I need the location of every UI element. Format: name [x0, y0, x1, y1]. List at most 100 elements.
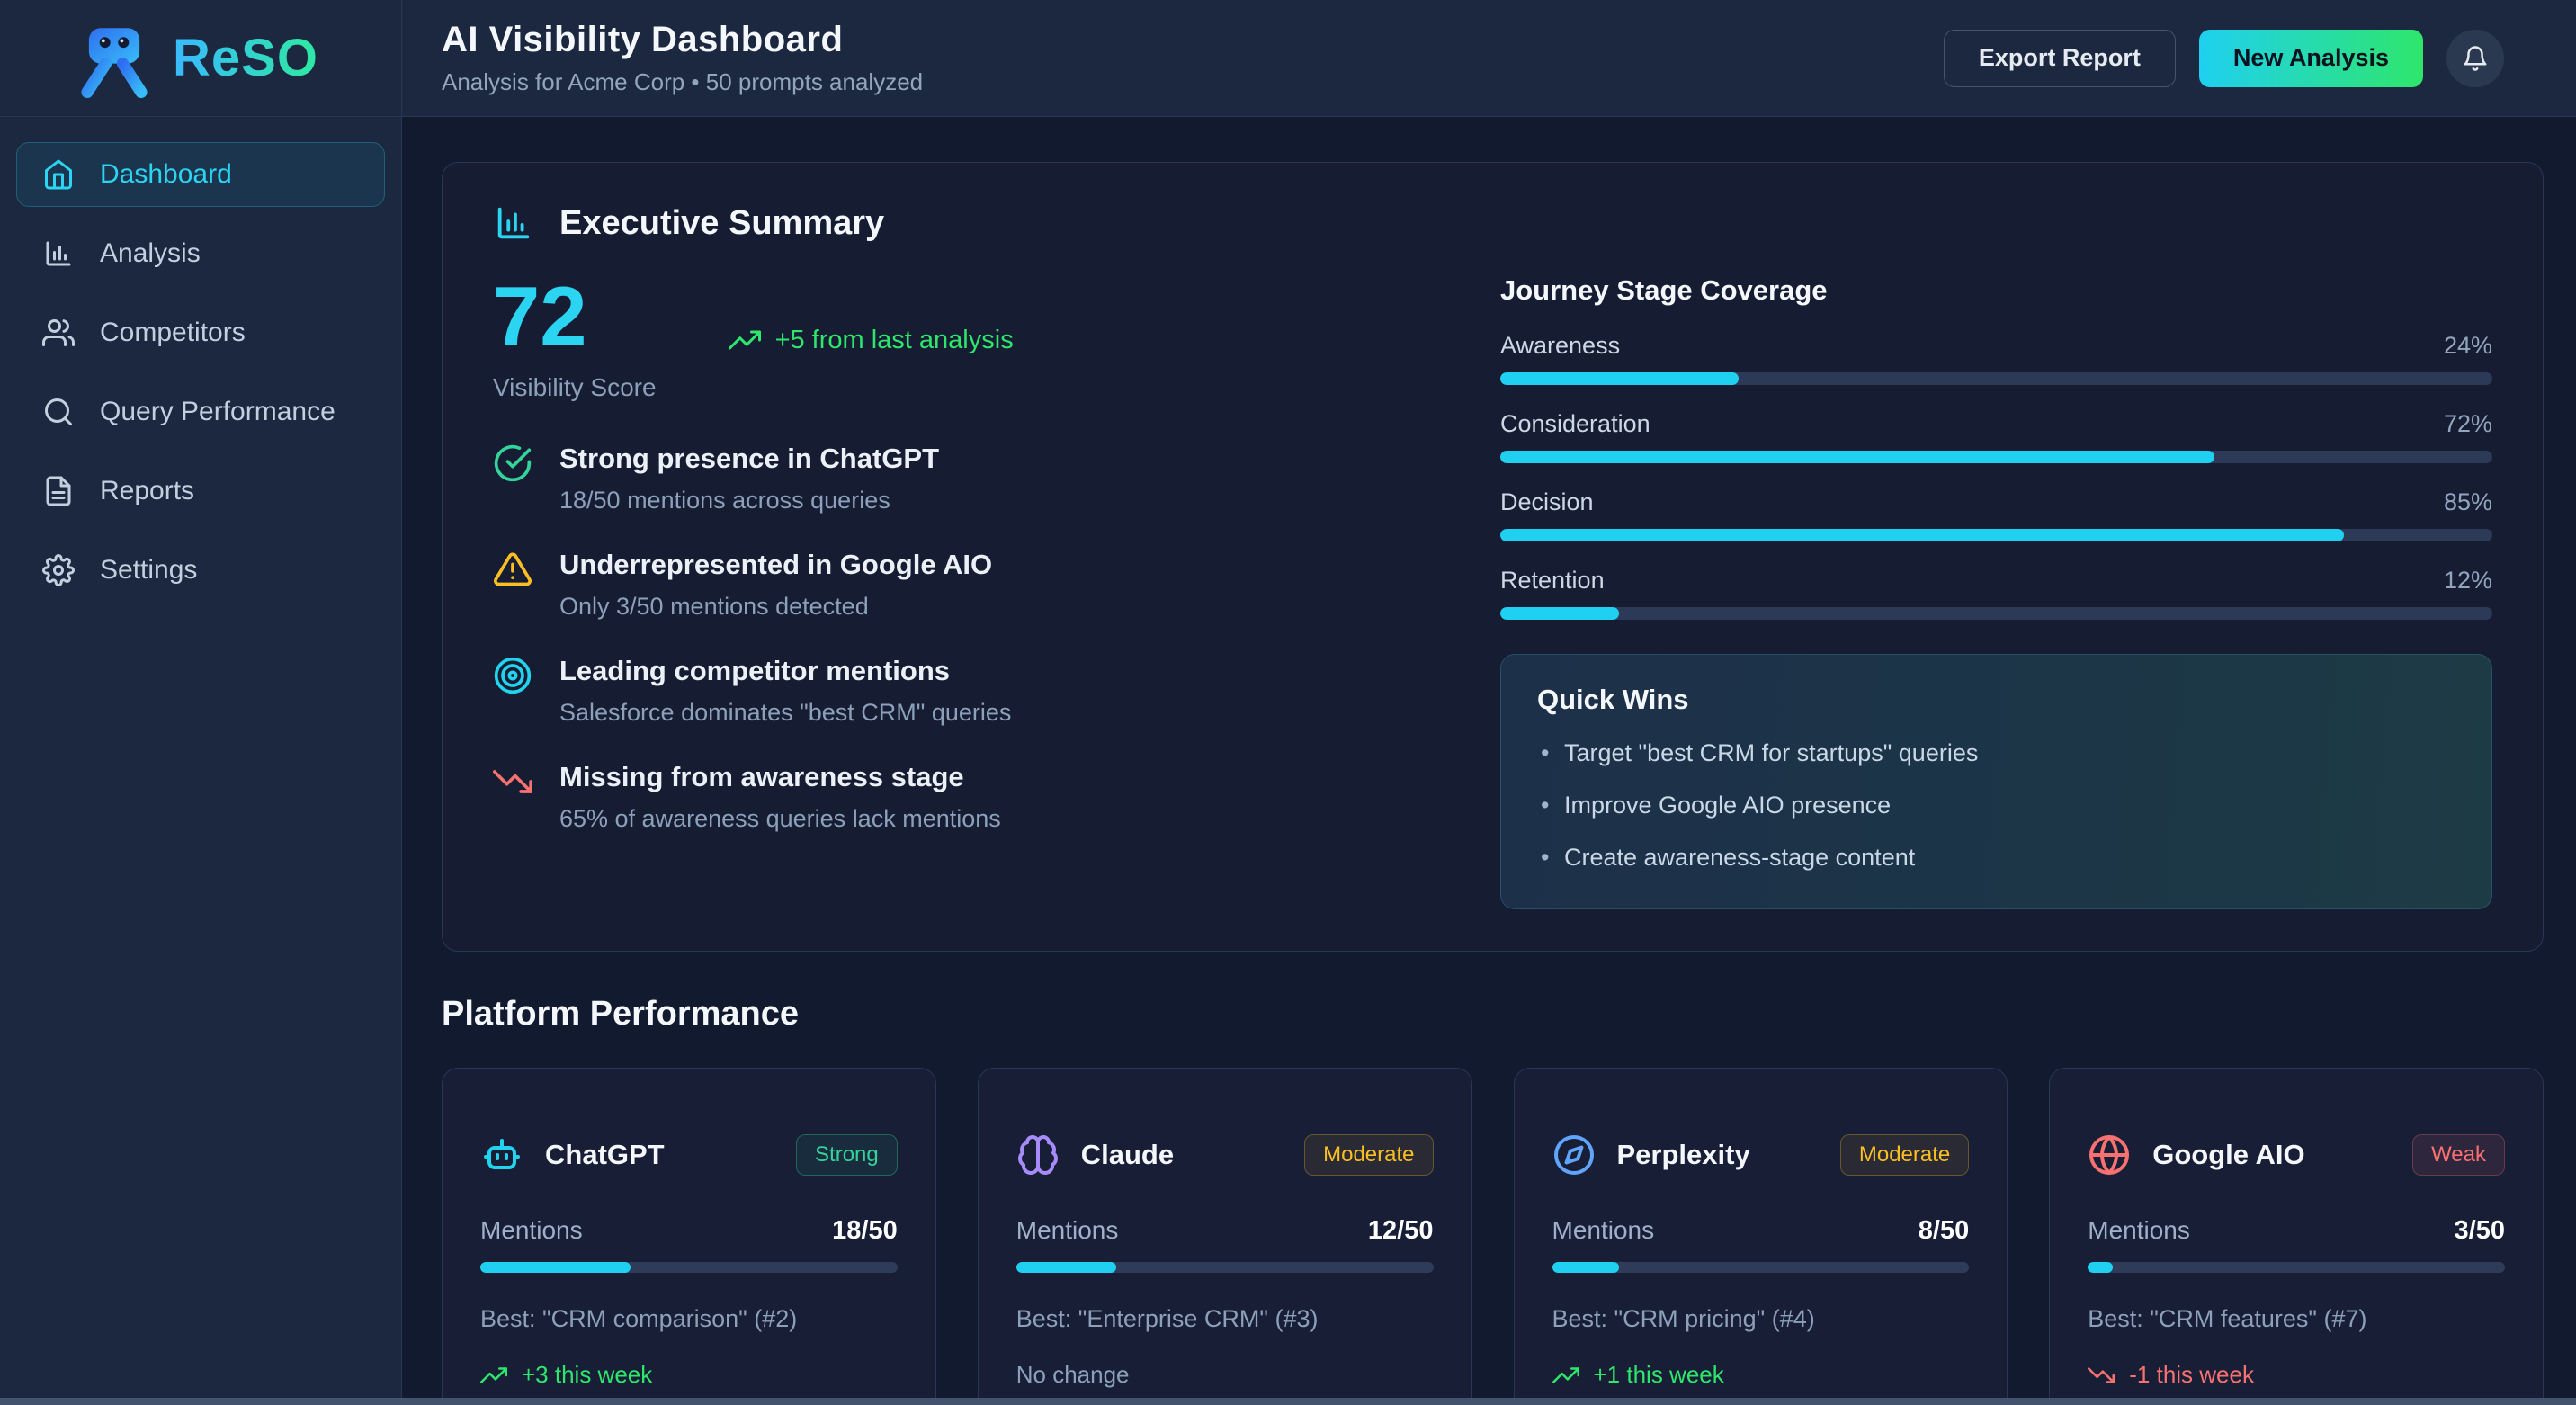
users-icon — [42, 317, 75, 349]
stage-label: Retention — [1500, 565, 1605, 595]
sidebar-item-query-performance[interactable]: Query Performance — [16, 380, 385, 444]
status-badge: Moderate — [1840, 1134, 1969, 1176]
sidebar-nav: Dashboard Analysis Competitors Query Per… — [0, 117, 401, 628]
warning-triangle-icon — [493, 550, 532, 594]
finding-detail: Only 3/50 mentions detected — [559, 591, 992, 622]
mentions-progress-track — [480, 1262, 898, 1273]
platform-card-claude: Claude Moderate Mentions 12/50 Best: "En… — [978, 1068, 1472, 1405]
journey-stage: Consideration 72% — [1500, 408, 2492, 463]
gear-icon — [42, 554, 75, 586]
visibility-score-value: 72 — [493, 274, 657, 359]
weekly-trend-label: +3 this week — [522, 1361, 652, 1389]
compass-icon — [1552, 1133, 1596, 1177]
weekly-trend: +1 this week — [1552, 1361, 1970, 1389]
check-circle-icon — [493, 443, 532, 488]
finding-detail: Salesforce dominates "best CRM" queries — [559, 697, 1011, 728]
journey-stage: Decision 85% — [1500, 487, 2492, 541]
quick-wins-panel: Quick Wins Target "best CRM for startups… — [1500, 654, 2492, 909]
mentions-value: 8/50 — [1919, 1216, 1969, 1246]
stage-percent: 72% — [2444, 408, 2492, 439]
mentions-label: Mentions — [2088, 1216, 2190, 1245]
platform-cards: ChatGPT Strong Mentions 18/50 Best: "CRM… — [442, 1068, 2544, 1405]
finding-detail: 18/50 mentions across queries — [559, 485, 939, 515]
mentions-progress-fill — [1552, 1262, 1619, 1273]
sidebar-item-reports[interactable]: Reports — [16, 459, 385, 524]
weekly-trend: No change — [1016, 1361, 1434, 1389]
target-icon — [493, 656, 532, 700]
mentions-progress-track — [1016, 1262, 1434, 1273]
finding-title: Underrepresented in Google AIO — [559, 548, 992, 582]
stage-label: Decision — [1500, 487, 1594, 517]
brand-name: ReSO — [173, 28, 318, 88]
document-icon — [42, 475, 75, 507]
finding-item: Leading competitor mentions Salesforce d… — [493, 654, 1401, 728]
stage-label: Awareness — [1500, 330, 1620, 361]
quick-win-item: Target "best CRM for startups" queries — [1537, 738, 2455, 768]
score-column: 72 Visibility Score +5 from last analysi… — [493, 274, 1401, 909]
quick-win-item: Create awareness-stage content — [1537, 842, 2455, 873]
trending-up-icon — [1552, 1362, 1579, 1389]
finding-detail: 65% of awareness queries lack mentions — [559, 803, 1001, 834]
stage-progress-fill — [1500, 607, 1619, 620]
executive-summary-header: Executive Summary — [493, 202, 2492, 244]
journey-title: Journey Stage Coverage — [1500, 274, 2492, 307]
top-header: AI Visibility Dashboard Analysis for Acm… — [402, 0, 2576, 117]
weekly-trend: +3 this week — [480, 1361, 898, 1389]
home-icon — [42, 158, 75, 191]
mentions-value: 18/50 — [832, 1216, 898, 1246]
platform-name: Google AIO — [2152, 1139, 2391, 1171]
sidebar-item-competitors[interactable]: Competitors — [16, 300, 385, 365]
quick-win-item: Improve Google AIO presence — [1537, 790, 2455, 820]
notifications-button[interactable] — [2446, 30, 2504, 87]
score-trend: +5 from last analysis — [729, 324, 1014, 356]
brand-logo[interactable]: ReSO — [0, 0, 401, 117]
stage-progress-fill — [1500, 372, 1739, 385]
stage-progress-track — [1500, 451, 2492, 463]
platform-name: ChatGPT — [545, 1139, 774, 1171]
new-analysis-button[interactable]: New Analysis — [2199, 30, 2423, 87]
best-query: Best: "CRM comparison" (#2) — [480, 1303, 898, 1334]
best-query: Best: "Enterprise CRM" (#3) — [1016, 1303, 1434, 1334]
executive-summary-card: Executive Summary 72 Visibility Score — [442, 162, 2544, 952]
sidebar-item-label: Dashboard — [100, 159, 232, 190]
finding-item: Underrepresented in Google AIO Only 3/50… — [493, 548, 1401, 622]
sidebar-item-label: Reports — [100, 476, 194, 506]
weekly-trend-label: -1 this week — [2129, 1361, 2254, 1389]
sidebar-item-label: Query Performance — [100, 397, 335, 427]
mentions-label: Mentions — [1552, 1216, 1655, 1245]
stage-percent: 85% — [2444, 487, 2492, 517]
sidebar-item-dashboard[interactable]: Dashboard — [16, 142, 385, 207]
main-content: Executive Summary 72 Visibility Score — [402, 117, 2576, 1405]
finding-item: Missing from awareness stage 65% of awar… — [493, 760, 1401, 834]
findings-list: Strong presence in ChatGPT 18/50 mention… — [493, 442, 1401, 834]
content-pane: AI Visibility Dashboard Analysis for Acm… — [402, 0, 2576, 1405]
stage-progress-fill — [1500, 451, 2214, 463]
stage-progress-track — [1500, 372, 2492, 385]
header-titles: AI Visibility Dashboard Analysis for Acm… — [442, 20, 923, 96]
app-root: ReSO Dashboard Analysis Competitors Quer… — [0, 0, 2576, 1405]
status-badge: Moderate — [1304, 1134, 1433, 1176]
trending-up-icon — [480, 1362, 507, 1389]
page-subtitle: Analysis for Acme Corp • 50 prompts anal… — [442, 68, 923, 96]
finding-item: Strong presence in ChatGPT 18/50 mention… — [493, 442, 1401, 515]
stage-progress-fill — [1500, 529, 2344, 541]
finding-title: Strong presence in ChatGPT — [559, 442, 939, 476]
globe-icon — [2088, 1133, 2131, 1177]
sidebar-item-settings[interactable]: Settings — [16, 538, 385, 603]
journey-stage: Retention 12% — [1500, 565, 2492, 620]
mentions-progress-fill — [480, 1262, 631, 1273]
finding-title: Leading competitor mentions — [559, 654, 1011, 688]
platform-card-google-aio: Google AIO Weak Mentions 3/50 Best: "CRM… — [2049, 1068, 2544, 1405]
mentions-value: 3/50 — [2455, 1216, 2505, 1246]
sidebar-item-analysis[interactable]: Analysis — [16, 221, 385, 286]
score-trend-label: +5 from last analysis — [775, 326, 1014, 355]
page-title: AI Visibility Dashboard — [442, 20, 923, 60]
status-badge: Strong — [796, 1134, 898, 1176]
stage-label: Consideration — [1500, 408, 1650, 439]
platform-name: Claude — [1081, 1139, 1283, 1171]
mentions-progress-track — [1552, 1262, 1970, 1273]
bell-icon — [2462, 45, 2489, 72]
weekly-trend: -1 this week — [2088, 1361, 2505, 1389]
export-report-button[interactable]: Export Report — [1944, 30, 2176, 87]
finding-title: Missing from awareness stage — [559, 760, 1001, 794]
